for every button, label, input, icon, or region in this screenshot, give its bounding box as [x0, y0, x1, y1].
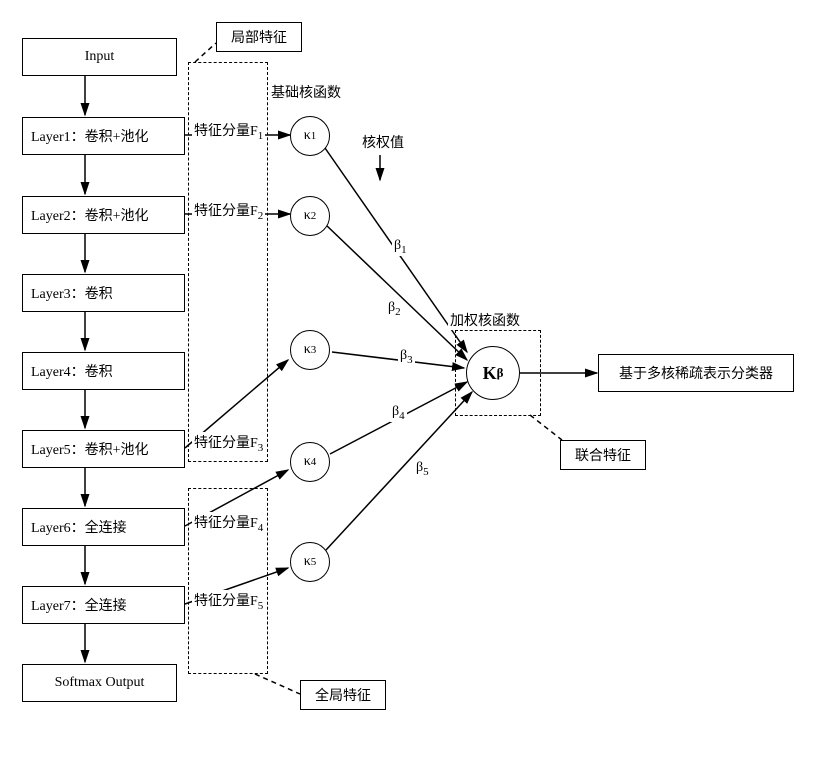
layer4-box: Layer4：卷积: [22, 352, 185, 390]
layer6-label: Layer6：全连接: [31, 517, 127, 537]
kernel-k1: κ1: [290, 116, 330, 156]
layer1-label: Layer1：卷积+池化: [31, 126, 149, 146]
joint-feat-annot: 联合特征: [560, 440, 646, 470]
beta-3: β3: [398, 348, 415, 366]
global-feat-annot: 全局特征: [300, 680, 386, 710]
local-feat-text: 局部特征: [231, 27, 287, 47]
beta-4: β4: [390, 404, 407, 422]
kernel-k3: κ3: [290, 330, 330, 370]
feat-f3: 特征分量F3: [192, 432, 265, 454]
layer2-box: Layer2：卷积+池化: [22, 196, 185, 234]
feat-f2: 特征分量F2: [192, 200, 265, 222]
kernel-k4: κ4: [290, 442, 330, 482]
output-box: Softmax Output: [22, 664, 177, 702]
classifier-box: 基于多核稀疏表示分类器: [598, 354, 794, 392]
kernel-weight-label: 核权值: [360, 132, 406, 152]
beta-5: β5: [414, 460, 431, 478]
feat-f4: 特征分量F4: [192, 512, 265, 534]
beta-2: β2: [386, 300, 403, 318]
layer5-box: Layer5：卷积+池化: [22, 430, 185, 468]
classifier-label: 基于多核稀疏表示分类器: [619, 363, 773, 383]
layer3-label: Layer3：卷积: [31, 283, 113, 303]
joint-feat-text: 联合特征: [575, 445, 631, 465]
layer5-label: Layer5：卷积+池化: [31, 439, 149, 459]
global-feat-text: 全局特征: [315, 685, 371, 705]
input-label: Input: [85, 49, 115, 65]
layer2-label: Layer2：卷积+池化: [31, 205, 149, 225]
output-label: Softmax Output: [55, 675, 145, 691]
local-feat-annot: 局部特征: [216, 22, 302, 52]
feat-f1: 特征分量F1: [192, 120, 265, 142]
weighted-kernel-label: 加权核函数: [448, 310, 522, 330]
beta-1: β1: [392, 238, 409, 256]
kernel-k2: κ2: [290, 196, 330, 236]
layer7-label: Layer7：全连接: [31, 595, 127, 615]
layer1-box: Layer1：卷积+池化: [22, 117, 185, 155]
layer3-box: Layer3：卷积: [22, 274, 185, 312]
layer7-box: Layer7：全连接: [22, 586, 185, 624]
layer4-label: Layer4：卷积: [31, 361, 113, 381]
kernel-kbeta: Kβ: [466, 346, 520, 400]
layer6-box: Layer6：全连接: [22, 508, 185, 546]
feat-f5: 特征分量F5: [192, 590, 265, 612]
input-box: Input: [22, 38, 177, 76]
basis-kernel-label: 基础核函数: [268, 82, 344, 102]
kernel-k5: κ5: [290, 542, 330, 582]
